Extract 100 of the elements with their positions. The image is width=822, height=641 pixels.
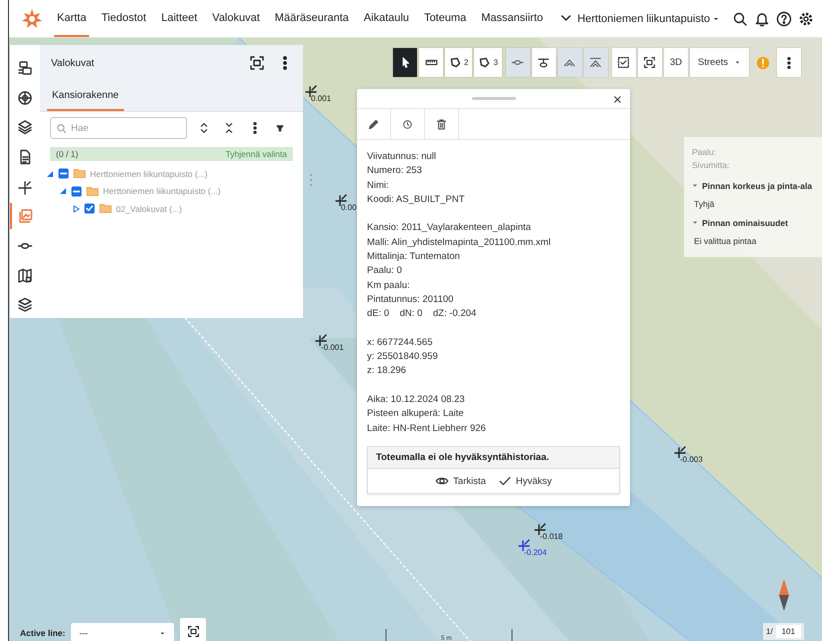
- attribute-line: Laite: HN-Rent Liebherr 926: [367, 422, 487, 436]
- attribute-line: Km paalu:: [367, 278, 411, 293]
- info-label: Sivumitta:: [692, 159, 730, 172]
- info-label: Paalu:: [692, 146, 718, 159]
- section-text: Tyhjä: [693, 199, 716, 209]
- compass-icon[interactable]: [777, 578, 791, 612]
- attribute-line: z: 18.296: [367, 364, 408, 378]
- checkbox[interactable]: [71, 186, 82, 197]
- focus-button[interactable]: [638, 48, 662, 77]
- attribute-line: Aika: 10.12.2024 08.23: [367, 393, 466, 408]
- nav-tab[interactable]: Laitteet: [158, 0, 200, 37]
- polygon-icon: [449, 56, 462, 69]
- folder-icon: [73, 167, 86, 180]
- inspect-button[interactable]: Tarkista: [435, 474, 486, 488]
- attribute-line: Pintatunnus: 201100: [367, 292, 454, 307]
- drag-handle[interactable]: [472, 97, 516, 100]
- images-icon: [17, 208, 33, 224]
- approve-button[interactable]: Hyväksy: [498, 474, 552, 488]
- caret-icon: [734, 59, 742, 66]
- folder-icon: [86, 184, 99, 198]
- focus-button[interactable]: [180, 618, 206, 641]
- nav-tab[interactable]: Toteuma: [421, 0, 470, 37]
- attribute-line: Pisteen alkuperä: Laite: [367, 407, 465, 422]
- point-value: 0.00: [341, 203, 357, 212]
- checkbox[interactable]: [84, 203, 95, 214]
- search-field[interactable]: Hae: [50, 117, 187, 139]
- panel-tab[interactable]: Kansiorakenne: [47, 90, 124, 111]
- page-current: 1/: [766, 627, 773, 636]
- attribute-line: x: 6677244.565: [367, 336, 434, 350]
- collapsed-caret-icon[interactable]: [72, 204, 80, 213]
- attribute-line: Koodi: AS_BUILT_PNT: [367, 192, 466, 207]
- attribute-line: Paalu: 0: [367, 264, 403, 278]
- point-icon: [17, 178, 33, 195]
- caret-icon[interactable]: [692, 220, 698, 226]
- measure-tool[interactable]: [419, 48, 443, 77]
- filter-icon[interactable]: [274, 122, 286, 134]
- point-value: 0.001: [311, 94, 332, 103]
- bell-icon[interactable]: [754, 10, 770, 26]
- bar-peak-icon: [589, 56, 602, 69]
- caret-icon: [159, 630, 166, 636]
- attribute-line: Nimi:: [367, 178, 390, 193]
- nav-tab[interactable]: Valokuvat: [209, 0, 263, 37]
- expanded-caret-icon[interactable]: [59, 187, 67, 196]
- help-icon[interactable]: [776, 10, 792, 26]
- selection-count: (0 / 1): [56, 149, 78, 159]
- area-check-button[interactable]: [612, 48, 636, 77]
- section-text: Ei valittua pintaa: [693, 236, 758, 246]
- history-icon[interactable]: [402, 118, 413, 130]
- polygon-tool[interactable]: 2: [445, 48, 472, 77]
- map-icon: [17, 268, 33, 284]
- focus-icon: [186, 624, 200, 638]
- expanded-caret-icon[interactable]: [46, 170, 54, 178]
- stack-icon: [17, 297, 33, 314]
- project-selector[interactable]: Herttoniemen liikuntapuisto: [577, 12, 720, 24]
- search-icon[interactable]: [732, 10, 748, 26]
- nav-tab[interactable]: Määräseuranta: [272, 0, 352, 37]
- drag-handle-icon[interactable]: [309, 173, 313, 187]
- attribute-line: Mittalinja: Tuntematon: [367, 250, 461, 264]
- folder-icon: [99, 202, 112, 216]
- polygon-icon: [478, 56, 492, 69]
- caret-icon[interactable]: [692, 183, 698, 189]
- logo-icon: [22, 8, 42, 28]
- checkbox[interactable]: [58, 168, 69, 180]
- edit-icon[interactable]: [367, 118, 380, 130]
- 3d-button[interactable]: 3D: [664, 48, 688, 77]
- point-value: -0.001: [321, 343, 344, 352]
- polygon-tool[interactable]: 3: [474, 48, 502, 77]
- active-line-label: Active line:: [20, 628, 66, 638]
- attribute-line: Malli: Alin_yhdistelmapinta_201100.mm.xml: [367, 236, 552, 250]
- checkbox-icon: [617, 56, 630, 69]
- settings-icon[interactable]: [798, 10, 814, 26]
- device-icon: [17, 60, 33, 76]
- line-tool[interactable]: [532, 48, 556, 77]
- approval-message: Toteumalla ei ole hyväksyntähistoriaa.: [368, 447, 619, 470]
- search-icon: [56, 123, 67, 134]
- active-line-select[interactable]: ---: [71, 623, 174, 641]
- layers-icon: [17, 119, 33, 136]
- close-icon[interactable]: [612, 94, 623, 105]
- attribute-line: dE: 0 dN: 0 dZ: -0.204: [367, 307, 478, 322]
- point-value: -0.204: [524, 548, 547, 557]
- page-total-field[interactable]: 101: [776, 625, 802, 638]
- focus-icon[interactable]: [249, 55, 265, 71]
- delete-icon[interactable]: [435, 118, 448, 130]
- attribute-line: y: 25501840.959: [367, 350, 439, 364]
- select-tool[interactable]: [393, 48, 417, 77]
- bar-lens-icon: [537, 56, 550, 69]
- more-button[interactable]: [777, 48, 802, 77]
- basemap-dropdown[interactable]: Streets: [690, 48, 750, 77]
- attribute-line: Numero: 253: [367, 164, 423, 178]
- attribute-line: Viivatunnus: null: [367, 150, 438, 164]
- cube-icon: [17, 90, 33, 106]
- focus-icon: [643, 56, 656, 69]
- section-title[interactable]: Pinnan ominaisuudet: [702, 218, 788, 228]
- section-title[interactable]: Pinnan korkeus ja pinta-ala: [702, 181, 812, 191]
- panel-title: Valokuvat: [51, 58, 96, 68]
- point-value: -0.018: [540, 532, 563, 541]
- nav-tab[interactable]: Massansiirto: [478, 0, 546, 37]
- nav-tab[interactable]: Aikataulu: [360, 0, 412, 37]
- attribute-line: Kansio: 2011_Vaylarakenteen_alapinta: [367, 221, 532, 236]
- nav-tab[interactable]: Tiedostot: [98, 0, 150, 37]
